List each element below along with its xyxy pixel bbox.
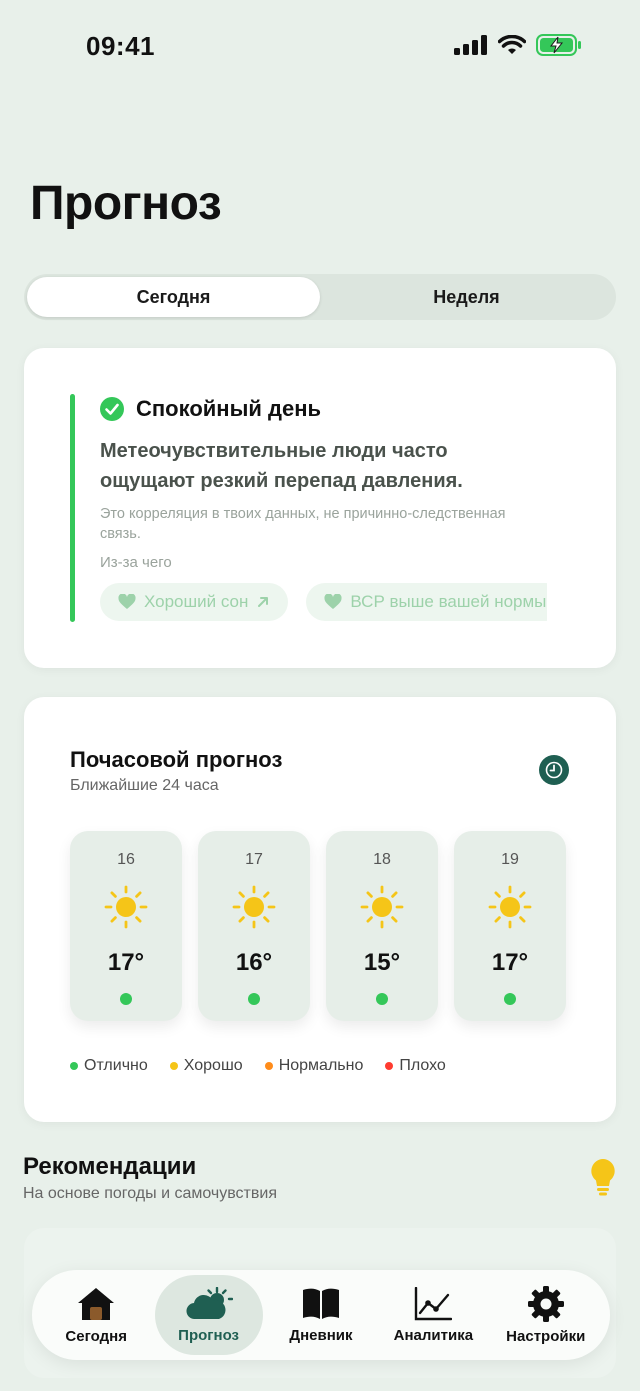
heart-icon [324, 594, 342, 609]
arrow-up-right-icon [258, 597, 269, 607]
legend-dot [385, 1062, 394, 1070]
hour-card[interactable]: 18 15° [326, 831, 438, 1021]
tab-today[interactable]: Сегодня [42, 1275, 150, 1355]
hour-card[interactable]: 19 17° [454, 831, 566, 1021]
legend-dot [169, 1062, 178, 1070]
insight-header: Спокойный день [100, 396, 321, 422]
legend-label: Нормально [278, 1057, 364, 1074]
insight-text: Метеочувствительные люди часто ощущают р… [100, 440, 463, 492]
legend-item: Нормально [264, 1057, 364, 1075]
tab-analytics[interactable]: Аналитика [379, 1275, 487, 1355]
gear-icon [527, 1285, 564, 1322]
segment-week[interactable]: Неделя [320, 277, 613, 317]
hour-card[interactable]: 16 17° [70, 831, 182, 1021]
check-circle-icon [100, 397, 124, 421]
legend-dot [264, 1062, 273, 1070]
legend-dot [70, 1062, 78, 1070]
segment-today[interactable]: Сегодня [27, 277, 320, 317]
tab-label: Дневник [289, 1326, 353, 1344]
legend-item: Плохо [385, 1057, 446, 1075]
status-time: 09:41 [86, 31, 155, 61]
chip-hrv-above-norm[interactable]: ВСР выше вашей нормы [306, 583, 547, 621]
status-dot [120, 993, 132, 1005]
tab-forecast[interactable]: Прогноз [154, 1275, 263, 1355]
hour-temperature: 15° [363, 949, 401, 976]
sun-icon [488, 885, 532, 929]
sun-icon [360, 885, 404, 929]
status-bar: 09:41 [0, 0, 640, 96]
recommendations-title: Рекомендации [23, 1153, 197, 1180]
hourly-list: 16 17° 17 16° 18 15° 19 17° [70, 831, 566, 1021]
legend-label: Отлично [84, 1057, 148, 1074]
hourly-forecast-card: Почасовой прогноз Ближайшие 24 часа 16 1… [24, 697, 616, 1122]
tab-settings[interactable]: Настройки [492, 1275, 600, 1355]
chip-label: Хороший сон [144, 592, 249, 611]
period-segmented-control: Сегодня Неделя [24, 274, 616, 320]
insight-disclaimer: Это корреляция в твоих данных, не причин… [100, 506, 506, 542]
page-title: Прогноз [30, 177, 222, 230]
home-icon [78, 1287, 115, 1320]
status-dot [248, 993, 260, 1005]
hour-temperature: 16° [235, 949, 273, 976]
hour-label: 19 [501, 851, 519, 868]
lightbulb-icon [591, 1159, 615, 1196]
hour-label: 17 [245, 851, 263, 868]
chart-icon [415, 1286, 453, 1320]
insight-title: Спокойный день [136, 396, 322, 421]
hourly-subtitle: Ближайшие 24 часа [70, 777, 219, 794]
hour-temperature: 17° [107, 949, 145, 976]
legend-item: Хорошо [169, 1057, 243, 1075]
tab-label: Сегодня [65, 1327, 127, 1345]
hour-temperature: 17° [491, 949, 529, 976]
legend-label: Плохо [399, 1057, 446, 1074]
insight-cause-label: Из-за чего [100, 554, 172, 571]
status-dot [376, 993, 388, 1005]
insight-card: Спокойный день Метеочувствительные люди … [24, 348, 616, 668]
status-icons [454, 34, 582, 56]
hour-label: 18 [373, 851, 391, 868]
recommendations-subtitle: На основе погоды и самочувствия [23, 1185, 277, 1202]
insight-accent-bar [70, 394, 75, 622]
sun-icon [232, 885, 276, 929]
tab-label: Прогноз [178, 1326, 239, 1344]
clock-icon [545, 761, 563, 779]
status-dot [504, 993, 516, 1005]
hour-card[interactable]: 17 16° [198, 831, 310, 1021]
clock-button[interactable] [539, 755, 569, 785]
hour-label: 16 [117, 851, 135, 868]
tab-label: Настройки [506, 1327, 586, 1345]
tab-label: Аналитика [393, 1326, 474, 1344]
cause-chips: Хороший сон ВСР выше вашей нормы [100, 583, 547, 623]
heart-icon [118, 594, 136, 609]
chip-good-sleep[interactable]: Хороший сон [100, 583, 289, 621]
chip-label: ВСР выше вашей нормы [350, 592, 547, 611]
tab-diary[interactable]: Дневник [267, 1275, 375, 1355]
wifi-icon [498, 35, 526, 54]
hourly-title: Почасовой прогноз [70, 747, 283, 772]
legend-label: Хорошо [183, 1057, 243, 1074]
battery-charging-icon [536, 34, 581, 56]
sun-icon [104, 885, 148, 929]
book-icon [302, 1288, 339, 1319]
bottom-tab-bar: Сегодня Прогноз Дневник Аналитика Настро… [32, 1270, 610, 1360]
status-legend: Отлично Хорошо Нормально Плохо [70, 1057, 446, 1075]
legend-item: Отлично [70, 1057, 148, 1075]
signal-icon [454, 35, 487, 55]
weather-icon [186, 1286, 233, 1319]
